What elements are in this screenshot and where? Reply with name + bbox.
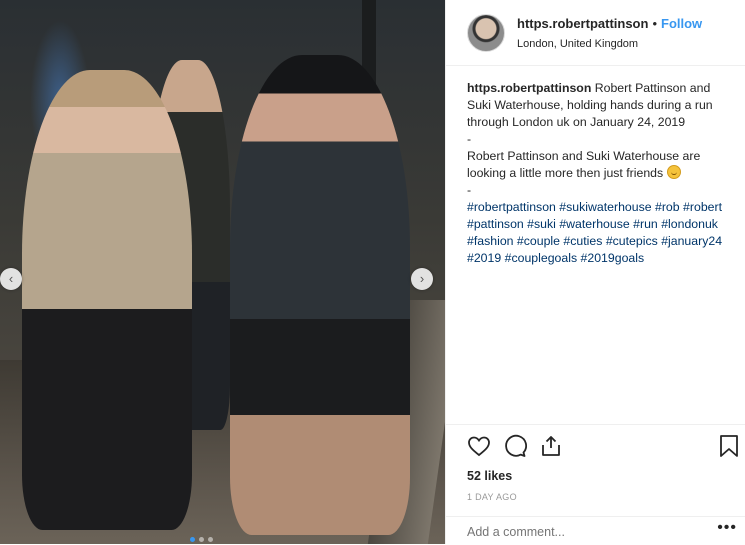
location-link[interactable]: London, United Kingdom — [517, 38, 702, 50]
post-sidebar: https.robertpattinson • Follow London, Uni… — [445, 0, 745, 544]
post-timestamp[interactable]: 1 DAY AGO — [467, 492, 517, 502]
hashtag-link[interactable]: #londonuk — [661, 217, 718, 231]
heart-icon[interactable] — [467, 434, 491, 463]
hashtag-link[interactable]: #waterhouse — [559, 217, 629, 231]
hashtag-link[interactable]: #run — [633, 217, 658, 231]
woman-running — [22, 70, 192, 530]
carousel-next-button[interactable]: › — [411, 268, 433, 290]
hashtag-link[interactable]: #2019goals — [581, 251, 645, 265]
follow-button[interactable]: Follow — [661, 16, 702, 31]
hashtag-link[interactable]: #robertpattinson — [467, 200, 556, 214]
hashtag-link[interactable]: #couple — [517, 234, 560, 248]
hashtag-link[interactable]: #2019 — [467, 251, 501, 265]
avatar[interactable] — [467, 13, 505, 52]
carousel-dot — [190, 537, 195, 542]
caption-username[interactable]: https.robertpattinson — [467, 81, 591, 95]
comment-icon[interactable] — [503, 434, 527, 463]
hashtag-link[interactable]: #robert — [683, 200, 722, 214]
hashtag-link[interactable]: #cuties — [563, 234, 602, 248]
comment-input[interactable] — [467, 525, 687, 539]
action-bar — [467, 434, 742, 462]
smile-emoji-icon — [666, 165, 681, 179]
bookmark-icon[interactable] — [718, 434, 740, 463]
carousel-prev-button[interactable]: ‹ — [0, 268, 22, 290]
caption-dash-1: - — [467, 132, 472, 146]
hashtag-link[interactable]: #sukiwaterhouse — [559, 200, 651, 214]
separator-dot: • — [652, 16, 657, 31]
header-username[interactable]: https.robertpattinson — [517, 16, 648, 31]
carousel-dot — [208, 537, 213, 542]
carousel-dots — [190, 537, 213, 542]
caption-text-2: Robert Pattinson and Suki Waterhouse are… — [467, 149, 701, 180]
post-header: https.robertpattinson • Follow London, Uni… — [446, 0, 745, 66]
share-icon[interactable] — [539, 434, 563, 463]
hashtag-link[interactable]: #suki — [527, 217, 556, 231]
man-running — [230, 55, 410, 535]
hashtag-link[interactable]: #january24 — [661, 234, 722, 248]
hashtag-link[interactable]: #pattinson — [467, 217, 524, 231]
likes-count[interactable]: 52 likes — [467, 469, 512, 483]
post-photo[interactable]: ‹ › — [0, 0, 445, 544]
actions-divider — [446, 424, 745, 425]
hashtag-link[interactable]: #fashion — [467, 234, 514, 248]
caption: https.robertpattinson Robert Pattinson a… — [446, 66, 745, 267]
hashtag-link[interactable]: #couplegoals — [505, 251, 577, 265]
comment-bar: ••• — [446, 516, 745, 545]
caption-dash-2: - — [467, 183, 472, 197]
hashtag-link[interactable]: #rob — [655, 200, 680, 214]
hashtag-link[interactable]: #cutepics — [606, 234, 658, 248]
more-options-icon[interactable]: ••• — [717, 519, 737, 537]
hashtag-list: #robertpattinson #sukiwaterhouse #rob #r… — [467, 200, 722, 265]
carousel-dot — [199, 537, 204, 542]
